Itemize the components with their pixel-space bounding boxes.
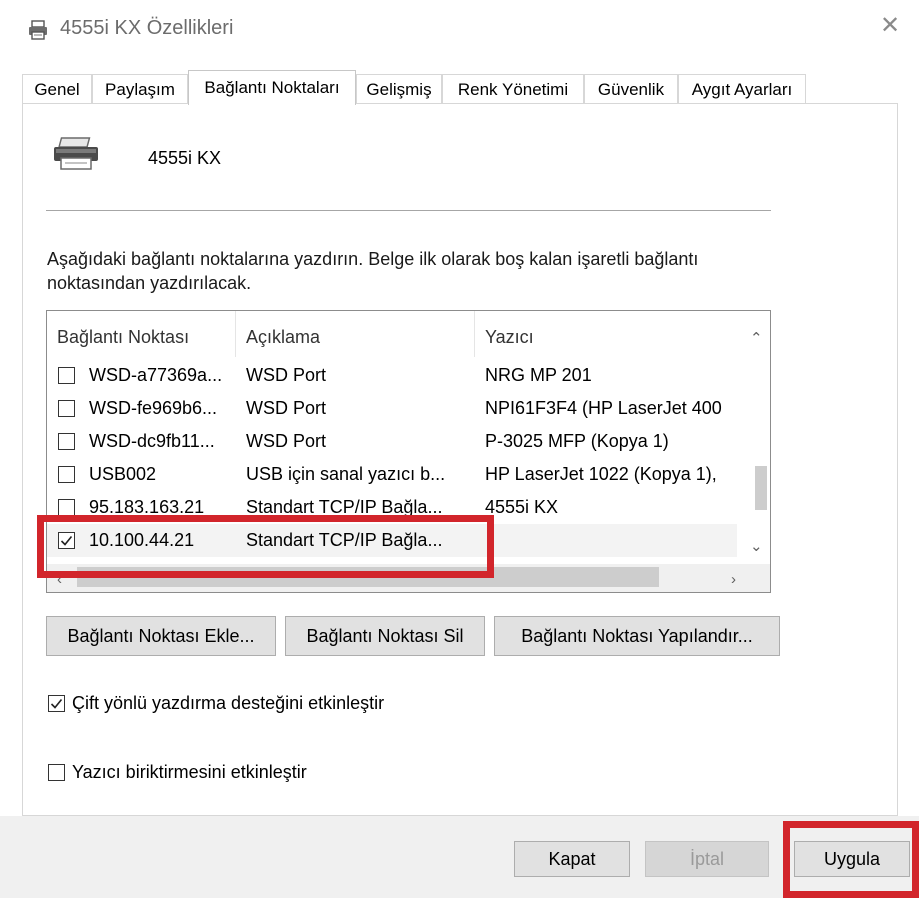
tab-guvenlik[interactable]: Güvenlik <box>584 74 678 103</box>
table-row[interactable]: WSD-dc9fb11... WSD Port P-3025 MFP (Kopy… <box>47 425 737 458</box>
column-header-printer[interactable]: Yazıcı <box>475 311 737 357</box>
printer-icon <box>54 137 98 170</box>
scroll-up-icon[interactable]: ⌃ <box>750 331 763 346</box>
printer-icon <box>29 20 47 40</box>
dialog-footer <box>0 816 919 898</box>
cancel-button[interactable]: İptal <box>645 841 769 877</box>
printer-name: 4555i KX <box>148 148 222 168</box>
bidirectional-checkbox[interactable] <box>48 695 65 712</box>
table-row[interactable]: WSD-a77369a... WSD Port NRG MP 201 <box>47 359 737 392</box>
ports-description: Aşağıdaki bağlantı noktalarına yazdırın.… <box>47 249 699 293</box>
column-header-description[interactable]: Açıklama <box>236 311 474 357</box>
separator <box>46 210 771 211</box>
port-printer <box>485 524 737 557</box>
port-name: WSD-dc9fb11... <box>89 431 215 451</box>
pooling-label[interactable]: Yazıcı biriktirmesini etkinleştir <box>72 762 307 783</box>
port-printer: NPI61F3F4 (HP LaserJet 400 <box>485 398 722 418</box>
tab-paylasim[interactable]: Paylaşım <box>92 74 188 103</box>
tab-aygit-ayarlari[interactable]: Aygıt Ayarları <box>678 74 806 103</box>
port-description: WSD Port <box>246 398 327 418</box>
close-icon[interactable]: ✕ <box>880 14 900 38</box>
tab-genel[interactable]: Genel <box>22 74 92 103</box>
port-printer: P-3025 MFP (Kopya 1) <box>485 431 669 451</box>
port-checkbox[interactable] <box>58 433 75 450</box>
port-printer: NRG MP 201 <box>485 365 592 385</box>
port-name: WSD-fe969b6... <box>89 398 218 418</box>
port-checkbox[interactable] <box>58 400 75 417</box>
tab-baglanti-noktalari[interactable]: Bağlantı Noktaları <box>188 70 356 105</box>
vertical-scroll-thumb[interactable] <box>755 466 767 510</box>
port-checkbox[interactable] <box>58 466 75 483</box>
port-name: USB002 <box>89 464 157 484</box>
add-port-button[interactable]: Bağlantı Noktası Ekle... <box>46 616 276 656</box>
scroll-down-icon[interactable]: ⌄ <box>750 539 763 554</box>
pooling-checkbox[interactable] <box>48 764 65 781</box>
bidirectional-label[interactable]: Çift yönlü yazdırma desteğini etkinleşti… <box>72 693 384 714</box>
port-name: WSD-a77369a... <box>89 365 223 385</box>
configure-port-button[interactable]: Bağlantı Noktası Yapılandır... <box>494 616 780 656</box>
table-row[interactable]: WSD-fe969b6... WSD Port NPI61F3F4 (HP La… <box>47 392 737 425</box>
highlight-box-apply <box>783 821 919 898</box>
window-title: 4555i KX Özellikleri <box>60 17 234 39</box>
port-description: WSD Port <box>246 365 327 385</box>
port-checkbox[interactable] <box>58 367 75 384</box>
table-row[interactable]: USB002 USB için sanal yazıcı b... HP Las… <box>47 458 737 491</box>
port-checkbox[interactable] <box>58 499 75 516</box>
tab-renk-yonetimi[interactable]: Renk Yönetimi <box>442 74 584 103</box>
port-printer: 4555i KX <box>485 497 559 517</box>
close-button[interactable]: Kapat <box>514 841 630 877</box>
port-printer: HP LaserJet 1022 (Kopya 1), <box>485 464 717 484</box>
port-description: WSD Port <box>246 431 327 451</box>
highlight-box-port <box>37 515 494 578</box>
tab-gelismis[interactable]: Gelişmiş <box>356 74 442 103</box>
scroll-right-icon[interactable]: › <box>731 572 736 587</box>
delete-port-button[interactable]: Bağlantı Noktası Sil <box>285 616 485 656</box>
checkmark-icon <box>50 698 63 709</box>
port-description: USB için sanal yazıcı b... <box>246 464 446 484</box>
column-header-port[interactable]: Bağlantı Noktası <box>47 311 235 357</box>
